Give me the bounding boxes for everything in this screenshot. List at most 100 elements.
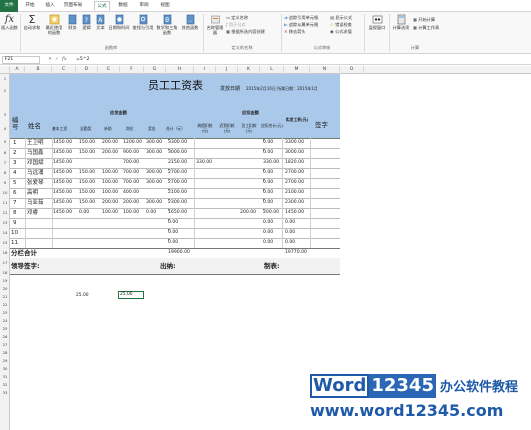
select-all-corner[interactable] xyxy=(0,66,10,74)
tab-insert[interactable]: 插入 xyxy=(43,1,57,11)
column-header[interactable]: H xyxy=(166,66,194,74)
tab-home[interactable]: 开始 xyxy=(23,1,37,11)
selected-cell-f21[interactable]: 25.00 xyxy=(118,291,144,299)
cancel-icon[interactable]: ✕ xyxy=(48,57,52,62)
column-header[interactable]: L xyxy=(260,66,284,74)
enter-icon[interactable]: ✓ xyxy=(55,57,59,62)
column-header[interactable]: F xyxy=(120,66,144,74)
tab-file[interactable]: 文件 xyxy=(0,0,18,12)
row-header[interactable]: 33 xyxy=(0,390,10,395)
lookup-button[interactable]: 查找与引用 xyxy=(132,14,154,30)
row-header[interactable]: 23 xyxy=(0,310,10,315)
formula-input[interactable]: =5^2 xyxy=(76,56,528,64)
row-header[interactable]: 24 xyxy=(0,318,10,323)
row-header[interactable]: 17 xyxy=(0,260,10,265)
row-header[interactable]: 25 xyxy=(0,326,10,331)
column-header[interactable]: A xyxy=(10,66,25,74)
row-header[interactable]: 21 xyxy=(0,294,10,299)
use-in-formula-button[interactable]: ƒ 用于公式 xyxy=(226,22,246,28)
row-header[interactable]: 11 xyxy=(0,200,10,205)
error-checking-button[interactable]: ⚠ 错误检查 xyxy=(330,22,352,28)
row-header[interactable]: 19 xyxy=(0,278,10,283)
name-manager-button[interactable]: 名称管理器 xyxy=(206,14,224,35)
logical-button[interactable]: ? 逻辑 xyxy=(80,14,93,30)
calc-now-button[interactable]: ▦ 开始计算 xyxy=(413,17,435,23)
clock-book-icon xyxy=(115,14,123,25)
name-box[interactable]: F21 xyxy=(2,56,40,64)
trace-precedents-button[interactable]: ⇉ 追踪引用单元格 xyxy=(284,15,318,21)
column-header[interactable]: J xyxy=(216,66,238,74)
sub-header: 应扣合计(元) xyxy=(261,123,283,128)
row-header[interactable]: 31 xyxy=(0,374,10,379)
row-header[interactable]: 12 xyxy=(0,210,10,215)
header-deductions: 应扣金额 xyxy=(242,110,259,115)
tab-review[interactable]: 审阅 xyxy=(137,1,151,11)
row-header[interactable]: 10 xyxy=(0,190,10,195)
issue-label: 发放日期 xyxy=(220,86,241,92)
remove-arrows-button[interactable]: ✕ 移去箭头 xyxy=(284,29,306,35)
column-header[interactable]: M xyxy=(284,66,310,74)
column-header[interactable]: B xyxy=(25,66,52,74)
column-header[interactable]: N xyxy=(310,66,340,74)
row-header[interactable]: 18 xyxy=(0,270,10,275)
cell-d21[interactable]: 25.00 xyxy=(76,293,89,299)
row-header[interactable]: 22 xyxy=(0,302,10,307)
calc-options-button[interactable]: 计算选项 xyxy=(391,14,411,30)
row-header[interactable]: 27 xyxy=(0,342,10,347)
column-header[interactable]: I xyxy=(194,66,216,74)
more-book-icon: … xyxy=(186,14,194,25)
row-header[interactable]: 6 xyxy=(0,150,10,155)
math-trig-button[interactable]: θ 数学和三角函数 xyxy=(156,14,178,35)
define-name-button[interactable]: ▭ 定义名称 xyxy=(226,15,248,21)
text-button[interactable]: A 文本 xyxy=(94,14,107,30)
row-header[interactable]: 13 xyxy=(0,220,10,225)
calc-sheet-button[interactable]: ▦ 计算工作表 xyxy=(413,25,439,31)
row-header[interactable]: 16 xyxy=(0,250,10,255)
tab-formulas[interactable]: 公式 xyxy=(94,1,110,11)
theta-book-icon: θ xyxy=(163,14,171,25)
autosum-button[interactable]: Σ 自动求和 xyxy=(22,14,42,30)
autosum-label: 自动求和 xyxy=(23,25,41,30)
row-header[interactable]: 28 xyxy=(0,350,10,355)
row-header[interactable]: 5 xyxy=(0,139,10,144)
datetime-button[interactable]: 日期和时间 xyxy=(108,14,130,30)
row-header[interactable]: 26 xyxy=(0,334,10,339)
column-header[interactable]: K xyxy=(238,66,260,74)
row-header[interactable]: 4 xyxy=(0,126,10,131)
recent-functions-button[interactable]: 最近使用的函数 xyxy=(44,14,64,35)
column-header[interactable]: O xyxy=(340,66,364,74)
row-header[interactable]: 1 xyxy=(0,76,10,81)
row-header[interactable]: 7 xyxy=(0,160,10,165)
tab-view[interactable]: 视图 xyxy=(158,1,172,11)
row-header[interactable]: 32 xyxy=(0,382,10,387)
column-header[interactable]: D xyxy=(76,66,98,74)
row-header[interactable]: 9 xyxy=(0,180,10,185)
header-name: 姓名 xyxy=(28,122,41,130)
tab-data[interactable]: 数据 xyxy=(116,1,130,11)
row-header[interactable]: 30 xyxy=(0,366,10,371)
insert-function-button[interactable]: fx 插入函数 xyxy=(1,14,18,30)
sub-header: 补助 xyxy=(104,126,112,131)
row-header[interactable]: 3 xyxy=(0,112,10,117)
evaluate-formula-button[interactable]: ◉ 公式求值 xyxy=(330,29,352,35)
datetime-label: 日期和时间 xyxy=(108,25,130,30)
show-formulas-button[interactable]: ▤ 显示公式 xyxy=(330,15,352,21)
financial-button[interactable]: 财务 xyxy=(66,14,79,30)
tab-page-layout[interactable]: 页面布局 xyxy=(62,1,84,11)
row-header[interactable]: 29 xyxy=(0,358,10,363)
column-header[interactable]: C xyxy=(52,66,76,74)
more-functions-button[interactable]: … 其他函数 xyxy=(180,14,200,30)
row-header[interactable]: 2 xyxy=(0,88,10,93)
sub-header: 全勤奖 xyxy=(80,126,92,131)
trace-dependents-button[interactable]: ⇇ 追踪从属单元格 xyxy=(284,22,318,28)
row-header[interactable]: 14 xyxy=(0,230,10,235)
logical-label: 逻辑 xyxy=(82,25,91,30)
create-from-selection-button[interactable]: ▦ 根据所选内容创建 xyxy=(226,29,265,35)
column-header[interactable]: G xyxy=(144,66,166,74)
row-header[interactable]: 15 xyxy=(0,240,10,245)
watch-window-button[interactable]: 监视窗口 xyxy=(367,14,387,30)
column-header[interactable]: E xyxy=(98,66,120,74)
row-header[interactable]: 20 xyxy=(0,286,10,291)
row-header[interactable]: 8 xyxy=(0,170,10,175)
fx-icon[interactable]: fx xyxy=(62,56,67,62)
